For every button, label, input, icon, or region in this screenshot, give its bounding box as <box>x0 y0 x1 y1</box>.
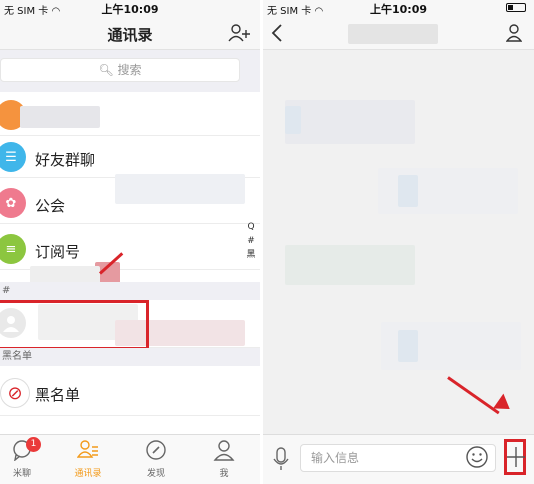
status-time: 上午10:09 <box>369 3 427 16</box>
search-icon: 🔍︎ <box>98 63 114 77</box>
list-item-label: 公会 <box>35 197 66 215</box>
section-header-label: 黑名单 <box>2 351 32 362</box>
blur-patch <box>398 175 418 207</box>
compass-icon <box>146 440 166 460</box>
blurred-message <box>285 245 415 285</box>
message-input-bar: 输入信息 <box>263 434 534 484</box>
block-icon: ⊘ <box>0 378 30 408</box>
list-item-group-chat[interactable]: ☰ 好友群聊 <box>0 138 260 178</box>
section-header: # <box>0 282 260 300</box>
microphone-icon[interactable] <box>273 447 289 471</box>
chat-navbar <box>263 16 534 50</box>
index-letter[interactable]: 黑 <box>246 248 256 262</box>
chat-screen: 无 SIM 卡 ◠ 上午10:09 输入信息 <box>263 0 534 484</box>
tab-label: 通讯录 <box>74 469 102 479</box>
tab-label: 米聊 <box>12 469 31 479</box>
document-icon: ≡ <box>0 234 26 264</box>
section-header: 黑名单 <box>0 348 260 366</box>
chat-bubble-icon: ☰ <box>0 142 26 172</box>
add-friend-icon[interactable] <box>228 24 250 42</box>
battery-icon <box>506 3 526 12</box>
alphabet-index[interactable]: Q # 黑 <box>246 220 256 262</box>
list-item-blacklist[interactable]: ⊘ 黑名单 <box>0 370 260 416</box>
tab-bar: 1 米聊 通讯录 发现 我 <box>0 434 260 484</box>
blurred-chat-title <box>348 24 438 44</box>
tab-label: 我 <box>219 469 229 479</box>
contacts-navbar: 通讯录 <box>0 16 260 50</box>
list-item-subscription[interactable]: ≡ 订阅号 <box>0 230 260 270</box>
tab-contacts[interactable]: 通讯录 <box>58 439 118 479</box>
flower-icon: ✿ <box>0 188 26 218</box>
status-bar: 无 SIM 卡 ◠ 上午10:09 <box>263 0 534 17</box>
search-placeholder: 搜索 <box>117 63 142 77</box>
blur-patch <box>285 106 301 134</box>
tab-me[interactable]: 我 <box>194 439 254 479</box>
tab-discover[interactable]: 发现 <box>126 439 186 479</box>
search-input[interactable]: 🔍︎ 搜索 <box>0 58 240 82</box>
back-icon[interactable] <box>271 24 283 42</box>
person-icon <box>213 440 235 461</box>
status-bar: 无 SIM 卡 ◠ 上午10:09 <box>0 0 260 17</box>
section-header-label: # <box>2 285 11 296</box>
contacts-screen: 无 SIM 卡 ◠ 上午10:09 通讯录 🔍︎ 搜索 ☰ 好友群聊 ✿ 公会 … <box>0 0 260 484</box>
highlight-box <box>0 300 149 350</box>
list-item-label: 黑名单 <box>35 386 81 404</box>
index-letter[interactable]: # <box>246 234 256 248</box>
list-item[interactable] <box>0 96 260 136</box>
blur-patch <box>115 174 245 204</box>
tab-label: 发现 <box>146 469 165 479</box>
profile-icon[interactable] <box>506 24 522 42</box>
blur-patch <box>398 330 418 362</box>
blurred-message <box>285 100 415 144</box>
blurred-label <box>20 106 100 128</box>
list-item-label: 好友群聊 <box>35 151 96 169</box>
tab-chat[interactable]: 1 米聊 <box>0 437 52 479</box>
list-item-label: 订阅号 <box>35 243 81 261</box>
emoji-icon[interactable] <box>465 445 489 469</box>
unread-badge: 1 <box>26 437 41 452</box>
contacts-icon <box>76 440 98 458</box>
annotation-arrow <box>447 376 500 415</box>
page-title: 通讯录 <box>107 26 153 44</box>
index-letter[interactable]: Q <box>246 220 256 234</box>
status-time: 上午10:09 <box>101 3 159 16</box>
plus-icon[interactable] <box>507 445 525 469</box>
